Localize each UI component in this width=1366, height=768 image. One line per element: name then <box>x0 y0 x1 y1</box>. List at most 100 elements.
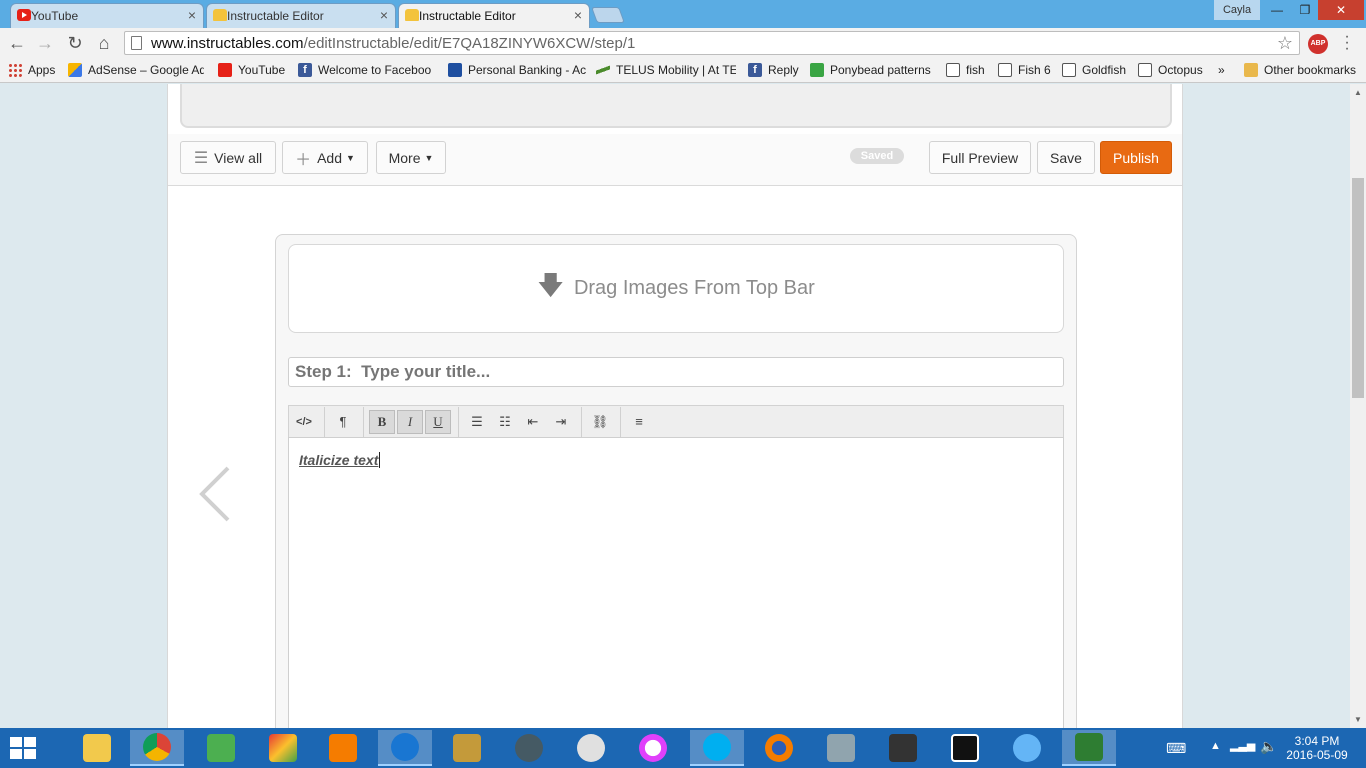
full-preview-button[interactable]: Full Preview <box>929 141 1031 174</box>
align-icon[interactable]: ≡ <box>626 410 652 434</box>
html-source-button[interactable]: </> <box>291 410 317 434</box>
bookmark-label: Octopus <box>1158 63 1203 77</box>
image-tray <box>180 84 1172 128</box>
reload-icon[interactable]: ↻ <box>64 32 86 54</box>
drop-zone-text: Drag Images From Top Bar <box>573 277 815 299</box>
tab-youtube[interactable]: YouTube × <box>10 3 204 28</box>
close-icon[interactable]: × <box>574 7 582 23</box>
more-button[interactable]: More ▼ <box>376 141 446 174</box>
tray-overflow-icon[interactable]: ▲ <box>1210 740 1221 752</box>
view-all-button[interactable]: ☰ View all <box>180 141 276 174</box>
video-editor-icon[interactable] <box>502 730 556 766</box>
app-icon[interactable] <box>876 730 930 766</box>
tab-instructable-editor-1[interactable]: Instructable Editor × <box>206 3 396 28</box>
bookmark-youtube[interactable]: YouTube <box>218 62 290 78</box>
malwarebytes-icon[interactable] <box>378 730 432 766</box>
scrollbar-thumb[interactable] <box>1352 178 1364 398</box>
address-bar[interactable]: www.instructables.com/editInstructable/e… <box>124 31 1300 55</box>
tab-title: Instructable Editor <box>419 9 516 23</box>
minimize-icon[interactable]: — <box>1262 0 1292 20</box>
step-body-editor[interactable]: Italicize text <box>288 437 1064 728</box>
window-close-icon[interactable]: ✕ <box>1318 0 1364 20</box>
italic-button[interactable]: I <box>397 409 423 434</box>
underline-button[interactable]: U <box>425 409 451 434</box>
bookmark-star-icon[interactable]: ☆ <box>1277 33 1293 54</box>
maximize-icon[interactable]: ❐ <box>1290 0 1320 20</box>
url-host: www.instructables.com <box>151 34 304 52</box>
link-icon[interactable]: ⛓ <box>587 410 613 434</box>
numbered-list-icon[interactable]: ☷ <box>492 410 518 434</box>
bank-icon <box>448 63 462 77</box>
scroll-down-icon[interactable]: ▼ <box>1354 715 1362 724</box>
user-profile-button[interactable]: Cayla <box>1214 0 1260 20</box>
close-icon[interactable]: × <box>188 7 196 23</box>
app-icon[interactable] <box>814 730 868 766</box>
firefox-icon[interactable] <box>752 730 806 766</box>
bookmark-apps[interactable]: Apps <box>8 62 62 78</box>
bookmarks-bar: Apps AdSense – Google Ad YouTube f Welcom… <box>0 58 1366 83</box>
bold-button[interactable]: B <box>369 409 395 434</box>
youtube-icon <box>218 63 232 77</box>
app-icon[interactable] <box>440 730 494 766</box>
itunes-icon[interactable] <box>626 730 680 766</box>
bookmark-ponybead[interactable]: Ponybead patterns <box>810 62 938 78</box>
solitaire-icon[interactable] <box>1062 730 1116 766</box>
bookmark-fish-6[interactable]: Fish 6 <box>998 62 1052 78</box>
paragraph-format-button[interactable]: ¶ <box>330 410 356 434</box>
toolbar-divider <box>620 406 621 437</box>
file-explorer-icon[interactable] <box>70 730 124 766</box>
wondershare-icon[interactable] <box>194 730 248 766</box>
media-player-icon[interactable] <box>938 730 992 766</box>
previous-step-arrow-icon[interactable] <box>196 464 236 524</box>
outdent-icon[interactable]: ⇤ <box>520 410 546 434</box>
bookmark-facebook[interactable]: f Welcome to Faceboo <box>298 62 436 78</box>
chrome-menu-icon[interactable]: · · · <box>1340 29 1354 57</box>
step-title-input[interactable] <box>288 357 1064 387</box>
bookmark-adsense[interactable]: AdSense – Google Ad <box>68 62 204 78</box>
bookmark-reply[interactable]: f Reply <box>748 62 804 78</box>
bookmark-telus[interactable]: TELUS Mobility | At TE <box>596 62 736 78</box>
bookmarks-overflow-button[interactable]: » <box>1218 62 1232 78</box>
editor-column: ☰ View all ＋ Add ▼ More ▼ Saved Full Pre… <box>167 84 1183 728</box>
toolbar-divider <box>363 406 364 437</box>
browser-toolbar: ← → ↻ ⌂ www.instructables.com/editInstru… <box>0 28 1366 58</box>
page-scrollbar[interactable]: ▲ ▼ <box>1350 84 1366 728</box>
bookmark-label: AdSense – Google Ad <box>88 63 204 77</box>
app-icon[interactable] <box>564 730 618 766</box>
bookmark-label: TELUS Mobility | At TE <box>616 63 736 77</box>
save-button[interactable]: Save <box>1037 141 1095 174</box>
add-button[interactable]: ＋ Add ▼ <box>282 141 368 174</box>
bookmark-fish[interactable]: fish <box>946 62 990 78</box>
tab-instructable-editor-2[interactable]: Instructable Editor × <box>398 3 590 28</box>
system-clock[interactable]: 3:04 PM 2016-05-09 <box>1285 734 1349 762</box>
skype-icon[interactable] <box>690 730 744 766</box>
app-icon[interactable] <box>256 730 310 766</box>
image-drop-zone[interactable]: 🡇 Drag Images From Top Bar <box>288 244 1064 333</box>
media-player-icon[interactable] <box>316 730 370 766</box>
other-bookmarks[interactable]: Other bookmarks <box>1244 62 1362 78</box>
clock-time: 3:04 PM <box>1294 734 1340 748</box>
volume-icon[interactable]: 🔈 <box>1260 738 1277 755</box>
close-icon[interactable]: × <box>380 7 388 23</box>
network-icon[interactable]: ▂▃▅ <box>1230 739 1255 752</box>
back-arrow-icon[interactable]: ← <box>6 32 28 54</box>
chrome-icon[interactable] <box>130 730 184 766</box>
page-icon <box>998 63 1012 77</box>
forward-arrow-icon[interactable]: → <box>34 32 56 54</box>
new-tab-button[interactable] <box>591 7 625 23</box>
safari-icon[interactable] <box>1000 730 1054 766</box>
button-label: View all <box>214 149 263 166</box>
windows-start-icon[interactable] <box>10 737 36 759</box>
scroll-up-icon[interactable]: ▲ <box>1354 88 1362 97</box>
bookmark-goldfish[interactable]: Goldfish <box>1062 62 1128 78</box>
keyboard-icon[interactable]: ⌨ <box>1166 740 1186 757</box>
bookmark-octopus[interactable]: Octopus <box>1138 62 1206 78</box>
indent-icon[interactable]: ⇥ <box>548 410 574 434</box>
page-icon <box>1138 63 1152 77</box>
bookmark-personal-banking[interactable]: Personal Banking - Ac <box>448 62 586 78</box>
bookmark-label: Ponybead patterns <box>830 63 931 77</box>
home-icon[interactable]: ⌂ <box>93 32 115 54</box>
publish-button[interactable]: Publish <box>1100 141 1172 174</box>
bulleted-list-icon[interactable]: ☰ <box>464 410 490 434</box>
adblock-plus-icon[interactable]: ABP <box>1308 34 1328 54</box>
